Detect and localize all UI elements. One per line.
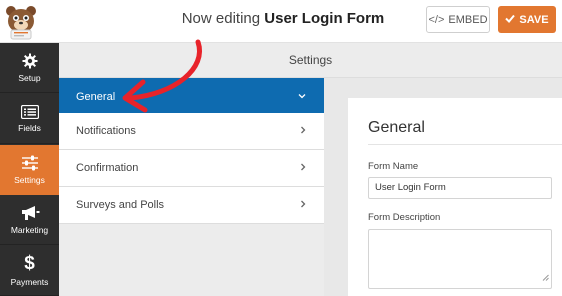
sidebar-item-payments[interactable]: $ Payments — [0, 246, 59, 296]
sidebar-item-marketing[interactable]: Marketing — [0, 195, 59, 245]
builder-sidebar: Setup Fields Settings Marketing $ Paymen… — [0, 43, 59, 296]
checkmark-icon — [505, 14, 516, 26]
form-name-label: Form Name — [368, 161, 419, 172]
sidebar-item-label: Settings — [14, 175, 45, 185]
sidebar-item-label: Marketing — [10, 224, 49, 235]
chevron-right-icon — [300, 199, 306, 211]
form-name-title: User Login Form — [264, 10, 385, 27]
embed-button[interactable]: </> EMBED — [426, 6, 490, 33]
settings-menu-item-surveys-and-polls[interactable]: Surveys and Polls — [59, 187, 324, 224]
settings-menu-item-confirmation[interactable]: Confirmation — [59, 150, 324, 187]
chevron-down-icon — [298, 90, 306, 102]
sidebar-item-settings[interactable]: Settings — [0, 145, 59, 195]
form-description-textarea[interactable] — [368, 229, 552, 289]
sliders-icon — [21, 155, 39, 171]
megaphone-icon — [20, 205, 40, 221]
annotation-arrow-icon — [122, 39, 202, 113]
settings-menu-label: Notifications — [76, 125, 136, 137]
sidebar-item-label: Setup — [18, 72, 41, 83]
sidebar-item-fields[interactable]: Fields — [0, 94, 59, 144]
divider — [368, 144, 562, 145]
list-icon — [20, 104, 39, 119]
gear-icon — [22, 53, 38, 69]
settings-menu-label: Confirmation — [76, 162, 139, 174]
form-description-label: Form Description — [368, 212, 441, 223]
code-brackets-icon: </> — [428, 13, 445, 26]
settings-content: General Form Name User Login Form Form D… — [324, 78, 562, 296]
sidebar-item-label: Fields — [18, 122, 41, 133]
form-name-input[interactable]: User Login Form — [368, 177, 552, 199]
save-label: SAVE — [519, 13, 549, 26]
settings-menu-label: Surveys and Polls — [76, 199, 165, 211]
panel-title: General — [368, 119, 425, 136]
save-button[interactable]: SAVE — [498, 6, 556, 33]
chevron-right-icon — [300, 162, 306, 174]
top-bar: Now editing User Login Form </> EMBED SA… — [0, 0, 562, 43]
sidebar-item-label: Payments — [10, 277, 49, 287]
chevron-right-icon — [300, 125, 306, 137]
title-prefix: Now editing — [181, 10, 261, 27]
dollar-icon: $ — [24, 253, 35, 274]
settings-menu-item-notifications[interactable]: Notifications — [59, 113, 324, 150]
sidebar-item-setup[interactable]: Setup — [0, 43, 59, 93]
embed-label: EMBED — [448, 13, 488, 26]
general-settings-card: General Form Name User Login Form Form D… — [348, 98, 562, 296]
resize-handle-icon[interactable] — [542, 268, 549, 286]
